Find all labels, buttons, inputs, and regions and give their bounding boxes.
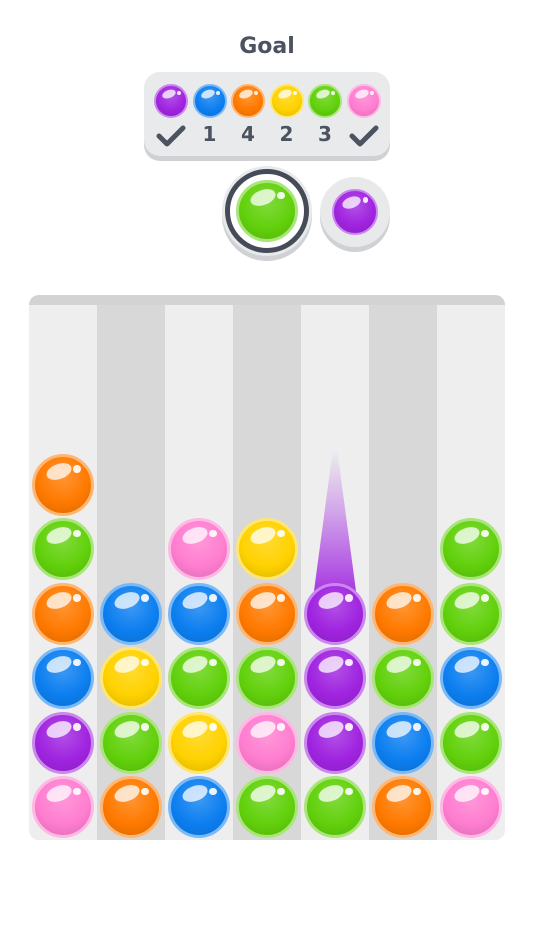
board-ball-blue	[100, 582, 162, 645]
board-ball-green	[304, 776, 366, 838]
goal-count-green: 3	[318, 122, 332, 146]
board-ball-blue	[168, 582, 230, 645]
board-ball-yellow	[236, 518, 298, 580]
game-board[interactable]	[29, 295, 505, 840]
board-ball-green	[236, 776, 298, 838]
board-ball-pink	[168, 518, 230, 580]
board-ball-blue	[168, 776, 230, 838]
board-ball-green	[168, 647, 230, 709]
board-ball-green	[440, 582, 502, 645]
goal-item-orange: 4	[229, 84, 267, 150]
check-icon	[156, 125, 186, 147]
goal-ball-yellow	[269, 84, 304, 118]
current-ball[interactable]	[236, 180, 298, 242]
check-icon	[349, 125, 378, 147]
goal-item-pink	[345, 84, 383, 150]
board-ball-green	[100, 711, 162, 774]
goal-ball-pink	[346, 84, 381, 118]
goal-ball-blue	[192, 84, 227, 118]
goal-ball-purple	[154, 84, 188, 118]
board-ball-orange	[372, 582, 434, 645]
goal-item-blue: 1	[191, 84, 229, 150]
board-ball-purple	[304, 582, 366, 645]
board-ball-green	[440, 518, 502, 580]
board-ball-purple	[304, 647, 366, 709]
board-ball-pink	[32, 776, 94, 838]
board-ball-orange	[100, 776, 162, 838]
board-ball-green	[236, 647, 298, 709]
board-ball-orange	[372, 776, 434, 838]
goal-count-yellow: 2	[279, 122, 294, 146]
goal-count-orange: 4	[241, 122, 255, 146]
board-ball-blue	[32, 647, 94, 709]
goal-panel: 1423	[144, 72, 390, 156]
board-top-edge	[29, 295, 505, 305]
goal-title: Goal	[239, 34, 295, 59]
board-ball-green	[440, 711, 502, 774]
next-ball[interactable]	[332, 189, 378, 235]
board-ball-yellow	[100, 647, 162, 709]
board-ball-orange	[32, 582, 94, 645]
goal-item-yellow: 2	[268, 84, 306, 150]
board-ball-blue	[440, 647, 502, 709]
goal-ball-green	[308, 84, 342, 118]
board-ball-yellow	[168, 711, 230, 774]
goal-count-blue: 1	[202, 122, 217, 146]
board-ball-pink	[236, 711, 298, 774]
goal-item-purple	[152, 84, 190, 150]
board-ball-purple	[304, 711, 366, 774]
board-ball-pink	[440, 776, 502, 838]
goal-ball-orange	[231, 84, 265, 118]
board-ball-orange	[32, 453, 94, 516]
board-ball-blue	[372, 711, 434, 774]
board-ball-green	[372, 647, 434, 709]
board-ball-green	[32, 518, 94, 580]
board-ball-orange	[236, 582, 298, 645]
goal-item-green: 3	[306, 84, 344, 150]
board-ball-purple	[32, 711, 94, 774]
